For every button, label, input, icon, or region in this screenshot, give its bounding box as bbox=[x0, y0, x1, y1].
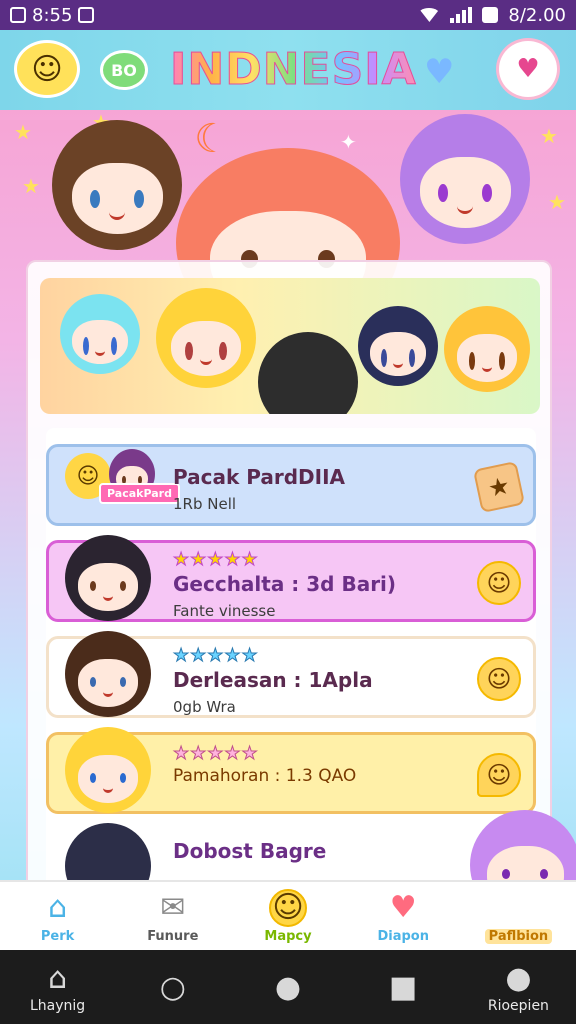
system-nav: ⌂ Lhaynig ○ ● ■ ● Rioepien bbox=[0, 950, 576, 1024]
star-creature-icon[interactable]: ★ bbox=[472, 460, 526, 514]
rating-stars: ★★★★★ bbox=[173, 645, 259, 667]
list-item[interactable]: ☺ PacakPard Pacak PardDIIA 1Rb Nell ★ bbox=[46, 444, 536, 526]
content-card: ☺ PacakPard Pacak PardDIIA 1Rb Nell ★ ★★… bbox=[26, 260, 552, 880]
hero-background: ★ ★ ★ ★ ★ ✦ ☾ bbox=[0, 110, 576, 880]
character-brown-cat bbox=[52, 120, 182, 250]
item-sub: Fante vinesse bbox=[173, 602, 276, 620]
app-bottom-nav: ⌂ Perk ✉ Funure ☺ Mapcy ♥ Diapon Paflbio… bbox=[0, 880, 576, 950]
wifi-icon bbox=[418, 8, 441, 22]
sys-search[interactable]: ○ bbox=[115, 950, 230, 1024]
square-icon: ■ bbox=[389, 969, 418, 1005]
item-name: Pamahoran : 1.3 QAO bbox=[173, 766, 357, 786]
app-notification-icon bbox=[78, 7, 95, 23]
item-sub: 0gb Wra bbox=[173, 698, 236, 716]
smiley-icon[interactable]: ☺ bbox=[477, 657, 521, 701]
tab-diapon[interactable]: ♥ Diapon bbox=[346, 882, 461, 950]
character-blonde-avatar bbox=[65, 727, 151, 813]
item-avatar bbox=[65, 727, 151, 813]
notification-icon bbox=[10, 7, 26, 23]
moon-icon: ☾ bbox=[194, 116, 230, 162]
sparkle-icon: ★ bbox=[548, 190, 566, 214]
character-black-outfit bbox=[258, 332, 358, 414]
mascot-button[interactable]: ♥ bbox=[496, 38, 560, 100]
sys-square[interactable]: ■ bbox=[346, 950, 461, 1024]
character-banner bbox=[40, 278, 540, 414]
item-avatar bbox=[65, 535, 151, 621]
sys-circle[interactable]: ● bbox=[230, 950, 345, 1024]
item-avatar bbox=[65, 631, 151, 717]
item-sub: 1Rb Nell bbox=[173, 495, 237, 513]
rating-stars: ★★★★★ bbox=[172, 549, 259, 571]
character-icon bbox=[499, 889, 537, 927]
character-purple-hair bbox=[400, 114, 530, 244]
tab-perk[interactable]: ⌂ Perk bbox=[0, 882, 115, 950]
sparkle-icon: ★ bbox=[14, 120, 32, 144]
character-yellow-hair bbox=[156, 288, 256, 388]
sys-profile[interactable]: ● Rioepien bbox=[461, 950, 576, 1024]
list-item[interactable]: ★★★★★ Derleasan : 1Apla 0gb Wra ☺ bbox=[46, 631, 536, 718]
smiley-icon: ☺ bbox=[269, 888, 307, 927]
list-item[interactable]: Dobost Bagre bbox=[46, 823, 536, 880]
character-list[interactable]: ☺ PacakPard Pacak PardDIIA 1Rb Nell ★ ★★… bbox=[46, 428, 536, 880]
circle-icon: ● bbox=[274, 969, 302, 1005]
character-dark-hair-avatar bbox=[65, 535, 151, 621]
heart-icon: ♥ bbox=[389, 890, 417, 925]
page-title: INDNESIA bbox=[170, 44, 417, 96]
level-badge[interactable]: BO bbox=[100, 50, 148, 90]
house-icon: ⌂ bbox=[48, 890, 68, 925]
mail-heart-icon: ✉ bbox=[160, 890, 186, 925]
item-name: Gecchalta : 3d Bari) bbox=[173, 572, 397, 596]
sparkle-icon: ★ bbox=[540, 124, 558, 148]
home-icon: ⌂ bbox=[48, 960, 68, 996]
status-bar: 8:55 8/2.00 bbox=[0, 0, 576, 30]
character-cyan-hair bbox=[60, 294, 140, 374]
chat-smiley-icon[interactable]: ☺ bbox=[477, 753, 521, 797]
item-avatar: ☺ PacakPard bbox=[65, 439, 180, 525]
character-orange-hair bbox=[444, 306, 530, 392]
person-icon: ● bbox=[505, 960, 532, 996]
sys-home[interactable]: ⌂ Lhaynig bbox=[0, 950, 115, 1024]
list-item[interactable]: ★★★★★ Gecchalta : 3d Bari) Fante vinesse… bbox=[46, 535, 536, 622]
signal-icon bbox=[450, 7, 473, 23]
character-dark-hair bbox=[358, 306, 438, 386]
favorites-heart-icon[interactable]: ♥ bbox=[424, 52, 454, 92]
item-name: Pacak PardDIIA bbox=[173, 465, 345, 489]
app-header: ☺ BO INDNESIA ♥ ♥ bbox=[0, 30, 576, 110]
list-item[interactable]: ★★★★★ Pamahoran : 1.3 QAO ☺ bbox=[46, 727, 536, 814]
item-name: Dobost Bagre bbox=[173, 839, 327, 863]
character-navy-hair-avatar bbox=[65, 823, 151, 880]
battery-text: 8/2.00 bbox=[508, 4, 566, 26]
item-name: Derleasan : 1Apla bbox=[173, 668, 373, 692]
tab-funure[interactable]: ✉ Funure bbox=[115, 882, 230, 950]
tab-mapcy[interactable]: ☺ Mapcy bbox=[230, 882, 345, 950]
item-tag: PacakPard bbox=[99, 483, 180, 504]
character-brown-hair-avatar bbox=[65, 631, 151, 717]
sparkle-icon: ✦ bbox=[340, 130, 357, 154]
rating-stars: ★★★★★ bbox=[172, 743, 259, 765]
tab-paflbion[interactable]: Paflbion bbox=[461, 882, 576, 950]
profile-avatar-button[interactable]: ☺ bbox=[14, 40, 80, 98]
status-time: 8:55 bbox=[32, 4, 73, 26]
item-avatar bbox=[65, 823, 151, 880]
battery-icon bbox=[482, 7, 499, 23]
search-icon: ○ bbox=[159, 969, 186, 1005]
smiley-icon[interactable]: ☺ bbox=[477, 561, 521, 605]
sparkle-icon: ★ bbox=[22, 174, 40, 198]
